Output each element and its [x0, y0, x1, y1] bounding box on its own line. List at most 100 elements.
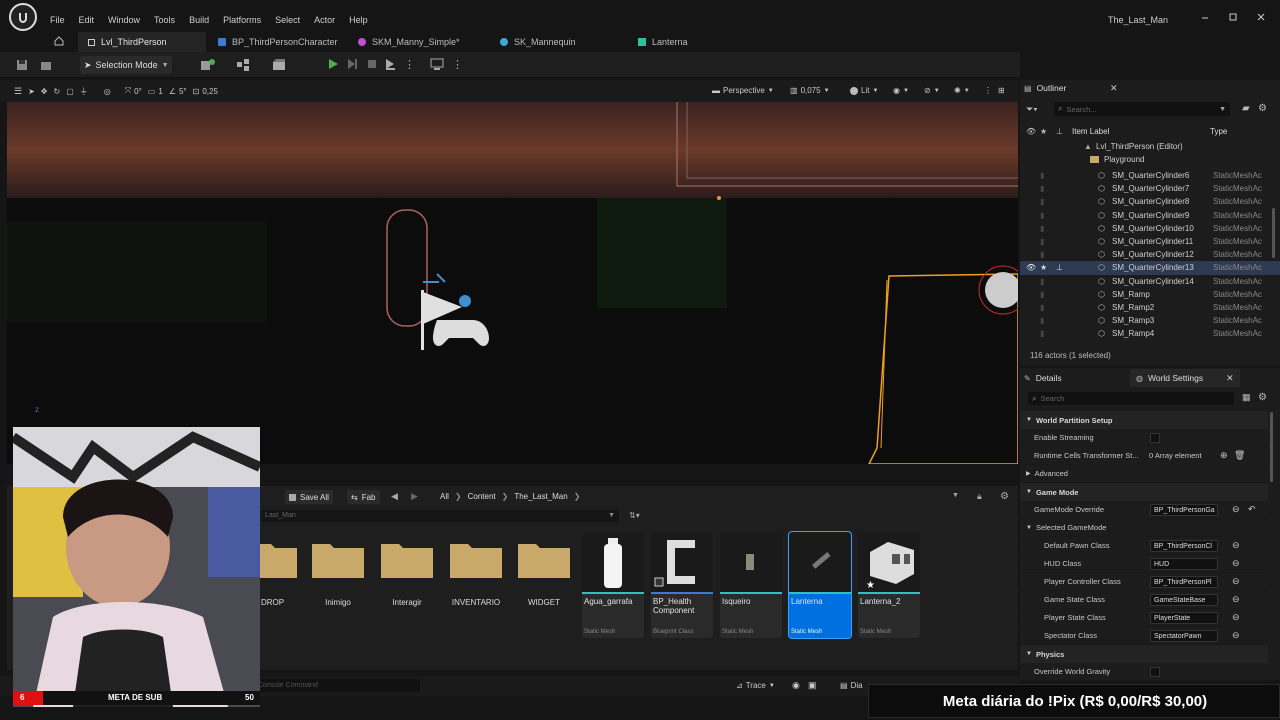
visibility-icon[interactable]: ▮ — [1040, 197, 1044, 206]
content-browser-icon[interactable] — [40, 59, 52, 71]
trace-dropdown[interactable]: ⊿ Trace ▼ — [736, 681, 775, 690]
menu-file[interactable]: File — [50, 15, 65, 25]
breadcrumb-dropdown[interactable]: ▼ — [952, 492, 959, 499]
settings-more-icon[interactable]: ⋮ — [452, 58, 463, 71]
performance-icon[interactable]: ⊘ ▼ — [924, 86, 940, 95]
minimize-button[interactable] — [1200, 12, 1210, 22]
outliner-tab[interactable]: ▤ Outliner — [1024, 83, 1066, 93]
outliner-row[interactable]: ▮ ⬡ SM_Ramp3 StaticMeshAc — [1020, 314, 1280, 327]
folder-inimigo[interactable] — [312, 538, 364, 578]
tab-bp-thirdpersoncharacter[interactable]: BP_ThirdPersonCharacter — [208, 32, 348, 52]
folder-widget[interactable] — [518, 538, 570, 578]
more-options-icon[interactable]: ⋮ — [404, 58, 415, 71]
menu-help[interactable]: Help — [349, 15, 368, 25]
browse-icon[interactable]: ⊖ — [1232, 576, 1240, 587]
rotation-snap-toggle[interactable]: ▭ 1 — [148, 87, 163, 96]
details-settings-icon[interactable]: ⚙ — [1258, 392, 1267, 403]
menu-tools[interactable]: Tools — [154, 15, 175, 25]
selection-mode-dropdown[interactable]: ➤ Selection Mode ▼ — [80, 56, 172, 74]
viewport-options-icon[interactable]: ⋮ — [984, 86, 992, 95]
unreal-logo-icon[interactable] — [9, 3, 37, 31]
visibility-icon[interactable]: ▮ — [1040, 303, 1044, 312]
record-icon[interactable]: ◉ — [792, 680, 800, 691]
tab-skm-manny-simple[interactable]: SKM_Manny_Simple* — [348, 32, 470, 52]
filter-icon[interactable]: ⏷▾ — [1026, 104, 1038, 115]
perspective-dropdown[interactable]: ▬ Perspective ▼ — [712, 86, 774, 95]
menu-actor[interactable]: Actor — [314, 15, 335, 25]
fab-button[interactable]: ⇆ Fab — [347, 490, 380, 504]
browse-icon[interactable]: ⊖ — [1232, 594, 1240, 605]
details-search-input[interactable]: ⌕ Search — [1028, 392, 1234, 405]
visibility-icon[interactable]: ▮ — [1040, 277, 1044, 286]
pin-icon[interactable]: ⊥ — [1056, 263, 1063, 272]
folder-drop[interactable] — [257, 538, 309, 578]
outliner-row[interactable]: 👁︎ ★ ⊥ ⬡ SM_QuarterCylinder13 StaticMeshAc — [1020, 261, 1280, 275]
outliner-row[interactable]: ▮ ⬡ SM_QuarterCylinder14 StaticMeshAc — [1020, 275, 1280, 288]
visibility-icon[interactable]: 👁︎ — [1026, 263, 1036, 272]
browse-icon[interactable]: ⊖ — [1232, 504, 1240, 515]
asset-agua-garrafa[interactable]: Agua_garrafa Static Mesh — [582, 532, 644, 638]
menu-window[interactable]: Window — [108, 15, 140, 25]
scale-tool-icon[interactable]: ▢ — [66, 87, 74, 96]
asset-bp-health-component[interactable]: BP_Health Component Blueprint Class — [651, 532, 713, 638]
save-icon[interactable] — [16, 59, 28, 71]
outliner-row[interactable]: ▮ ⬡ SM_QuarterCylinder7 StaticMeshAc — [1020, 182, 1280, 195]
derived-data-button[interactable]: ▤ Dia — [840, 681, 863, 690]
add-actor-icon[interactable] — [200, 58, 216, 72]
menu-select[interactable]: Select — [275, 15, 300, 25]
platforms-icon[interactable] — [430, 58, 444, 70]
close-outliner-icon[interactable]: ✕ — [1110, 83, 1118, 94]
path-input[interactable]: Last_Man ▼ — [261, 510, 619, 522]
menu-edit[interactable]: Edit — [79, 15, 95, 25]
outliner-row[interactable]: ▮ ⬡ SM_QuarterCylinder10 StaticMeshAc — [1020, 222, 1280, 235]
browse-icon[interactable]: ⊖ — [1232, 558, 1240, 569]
history-forward-icon[interactable]: ▶ — [411, 491, 418, 502]
save-all-button[interactable]: Save All — [285, 490, 333, 504]
spectator-class-dropdown[interactable]: SpectatorPawn — [1150, 629, 1218, 642]
column-item-label[interactable]: Item Label — [1072, 127, 1109, 136]
rotate-tool-icon[interactable]: ↻ — [53, 87, 60, 96]
outliner-settings-icon[interactable]: ⚙ — [1258, 103, 1267, 114]
player-state-dropdown[interactable]: PlayerState — [1150, 611, 1218, 624]
enable-streaming-checkbox[interactable] — [1150, 432, 1160, 443]
breadcrumb-content[interactable]: Content — [468, 492, 496, 501]
lit-dropdown[interactable]: Lit ▼ — [850, 86, 878, 95]
category-world-partition[interactable]: ▼ World Partition Setup — [1020, 411, 1268, 429]
details-tab[interactable]: ✎ Details — [1024, 373, 1062, 383]
blueprint-tools-icon[interactable] — [236, 58, 250, 72]
column-type[interactable]: Type — [1210, 127, 1227, 136]
viewport-settings-icon[interactable]: ✺ ▼ — [954, 86, 970, 95]
outliner-folder-row[interactable]: Playground — [1020, 153, 1280, 166]
view-options-icon[interactable]: ▦ — [1242, 392, 1251, 403]
category-game-mode[interactable]: ▼ Game Mode — [1020, 483, 1268, 501]
world-local-icon[interactable]: ◎ — [104, 87, 111, 96]
property-advanced[interactable]: ▶ Advanced — [1020, 465, 1268, 483]
gamemode-override-dropdown[interactable]: BP_ThirdPersonGa — [1150, 503, 1218, 516]
maximize-button[interactable] — [1228, 12, 1238, 22]
visibility-icon[interactable]: ▮ — [1040, 250, 1044, 259]
category-physics[interactable]: ▼ Physics — [1020, 645, 1268, 663]
sort-filter-icon[interactable]: ⇅▾ — [629, 511, 640, 520]
add-element-icon[interactable]: ⊕ — [1220, 450, 1228, 461]
visibility-icon[interactable]: ▮ — [1040, 224, 1044, 233]
details-scrollbar[interactable] — [1270, 412, 1273, 482]
new-folder-icon[interactable]: ▰ — [1242, 103, 1250, 114]
outliner-row[interactable]: ▮ ⬡ SM_QuarterCylinder9 StaticMeshAc — [1020, 209, 1280, 222]
outliner-row[interactable]: ▮ ⬡ SM_QuarterCylinder11 StaticMeshAc — [1020, 235, 1280, 248]
eject-button[interactable] — [384, 58, 396, 70]
visibility-icon[interactable]: ▮ — [1040, 184, 1044, 193]
visibility-icon[interactable]: ▮ — [1040, 290, 1044, 299]
tab-lvl-thirdperson[interactable]: Lvl_ThirdPerson — [78, 32, 206, 52]
outliner-row[interactable]: ▮ ⬡ SM_Ramp2 StaticMeshAc — [1020, 301, 1280, 314]
browse-icon[interactable]: ⊖ — [1232, 540, 1240, 551]
outliner-row[interactable]: ▮ ⬡ SM_Ramp4 StaticMeshAc — [1020, 327, 1280, 340]
trash-icon[interactable]: 🗑︎ — [1234, 450, 1245, 461]
world-settings-tab[interactable]: ◍ World Settings ✕ — [1130, 369, 1240, 387]
visibility-icon[interactable]: ▮ — [1040, 211, 1044, 220]
reset-icon[interactable]: ↶ — [1248, 504, 1256, 515]
menu-platforms[interactable]: Platforms — [223, 15, 261, 25]
lock-icon[interactable]: 🔒︎ — [977, 491, 982, 502]
player-controller-dropdown[interactable]: BP_ThirdPersonPl — [1150, 575, 1218, 588]
angle-snap-toggle[interactable]: ∠ 5° — [169, 87, 187, 96]
visibility-icon[interactable]: ▮ — [1040, 171, 1044, 180]
